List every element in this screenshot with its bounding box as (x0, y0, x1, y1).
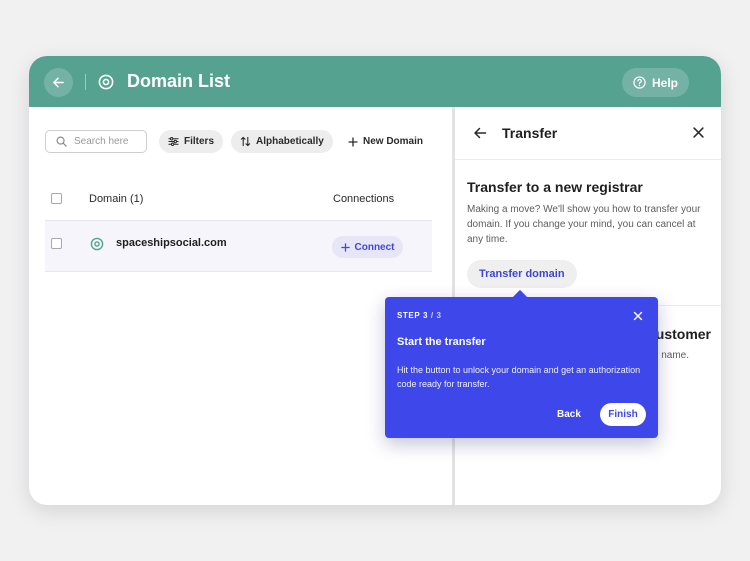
close-icon[interactable] (693, 127, 704, 138)
help-circle-icon (633, 76, 646, 89)
step-indicator: STEP 3 / 3 (397, 311, 442, 320)
domain-logo-icon (98, 74, 114, 90)
panel-separator (455, 159, 721, 160)
connect-label: Connect (354, 241, 395, 253)
filter-icon (168, 137, 179, 146)
filters-button[interactable]: Filters (159, 130, 224, 153)
onboarding-tooltip: STEP 3 / 3 Start the transfer Hit the bu… (385, 289, 658, 438)
filters-label: Filters (184, 136, 215, 147)
help-label: Help (651, 75, 678, 90)
header-bar: Domain List Help (29, 56, 721, 107)
column-header-connections: Connections (333, 193, 395, 205)
transfer-section-description: Making a move? We'll show you how to tra… (467, 204, 701, 245)
step-label: STEP 3 (397, 311, 429, 320)
sort-icon (240, 136, 251, 147)
tooltip-body: Hit the button to unlock your domain and… (397, 365, 641, 389)
select-all-checkbox[interactable] (51, 193, 62, 204)
transfer-section-title: Transfer to a new registrar (467, 179, 643, 195)
panel-title: Transfer (502, 125, 558, 141)
sort-button[interactable]: Alphabetically (231, 130, 333, 153)
sort-label: Alphabetically (256, 136, 324, 147)
page-title: Domain List (127, 71, 231, 91)
tooltip-back-button[interactable]: Back (557, 409, 581, 420)
search-icon (56, 136, 67, 147)
connect-button[interactable]: Connect (332, 236, 403, 258)
transfer-domain-button[interactable]: Transfer domain (467, 260, 577, 288)
tooltip-title: Start the transfer (397, 336, 486, 348)
domain-name[interactable]: spaceshipsocial.com (116, 237, 227, 249)
column-header-domain[interactable]: Domain (1) (89, 193, 143, 205)
plus-icon (340, 242, 350, 252)
domain-logo-icon (90, 237, 104, 251)
arrow-left-icon (53, 77, 64, 88)
new-domain-button[interactable]: New Domain (348, 130, 423, 153)
close-icon[interactable] (633, 311, 643, 321)
header-divider (85, 74, 86, 90)
search-box[interactable] (45, 130, 147, 153)
row-checkbox[interactable] (51, 238, 62, 249)
search-input[interactable] (74, 136, 144, 147)
step-total: / 3 (428, 311, 442, 320)
help-button[interactable]: Help (622, 68, 689, 97)
table-row[interactable]: spaceshipsocial.com Connect (45, 220, 432, 272)
plus-icon (348, 136, 358, 147)
new-domain-label: New Domain (363, 136, 424, 147)
tooltip-finish-button[interactable]: Finish (600, 403, 646, 426)
arrow-left-icon[interactable] (473, 126, 487, 140)
header-back-button[interactable] (44, 68, 73, 97)
